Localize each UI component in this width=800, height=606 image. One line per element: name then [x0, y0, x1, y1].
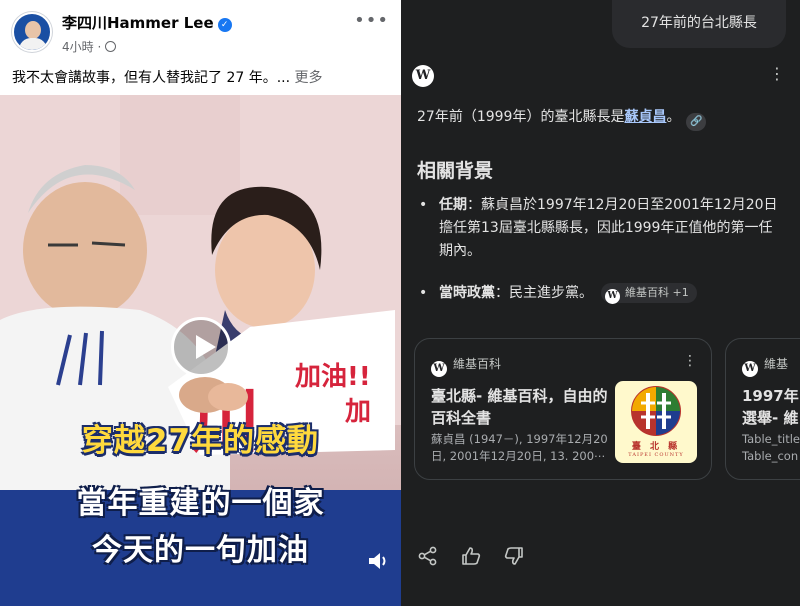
bullet-party-label: 當時政黨 — [439, 285, 495, 301]
card-snippet-line-2: Table_con — [742, 449, 799, 463]
wikipedia-icon: W — [605, 289, 620, 304]
bullet-party-text: ：民主進步黨。 — [495, 285, 593, 301]
person-man — [23, 182, 147, 318]
thumbs-down-icon[interactable] — [503, 545, 525, 567]
answer-entity-link[interactable]: 蘇貞昌 — [624, 109, 666, 125]
card-snippet: 蘇貞昌 (1947－), 1997年12月20日, 2001年12月20日, 1… — [431, 432, 608, 463]
author-name[interactable]: 李四川Hammer Lee ✓ — [62, 12, 232, 33]
kebab-icon[interactable]: ⋮ — [769, 64, 785, 83]
post-meta: 4小時 · — [62, 38, 117, 55]
card-title[interactable]: 1997年 選舉- 維 — [742, 385, 800, 429]
card-thumbnail: 臺 北 縣 TAIPEI COUNTY — [615, 381, 697, 463]
card-source: W 維基百科 — [431, 355, 501, 377]
avatar-face — [25, 21, 41, 39]
card-source: W 維基 — [742, 355, 788, 377]
facebook-post: 李四川Hammer Lee ✓ 4小時 · ••• 我不太會講故事，但有人替我記了… — [0, 0, 401, 606]
card-title-line-1: 1997年 — [742, 387, 799, 405]
card-snippet-line-1: Table_title — [742, 432, 800, 446]
answer-suffix: 。 — [666, 109, 681, 125]
answer-text: 27年前（1999年）的臺北縣長是蘇貞昌。 🔗 — [417, 106, 707, 131]
bullet-term-label: 任期 — [439, 197, 467, 213]
post-time[interactable]: 4小時 — [62, 40, 94, 54]
source-card[interactable]: W 維基百科 ⋮ 臺北縣- 維基百科，自由的百科全書 蘇貞昌 (1947－), 1… — [414, 338, 712, 480]
card-title[interactable]: 臺北縣- 維基百科，自由的百科全書 — [431, 385, 611, 429]
caption-text: 我不太會講故事，但有人替我記了 27 年。... — [12, 70, 291, 86]
source-chip-label: 維基百科 +1 — [625, 286, 689, 299]
card-title-line-2: 選舉- 維 — [742, 409, 799, 427]
assistant-panel: 27年前的台北縣長 W ⋮ 27年前（1999年）的臺北縣長是蘇貞昌。 🔗 相關背… — [401, 0, 800, 606]
source-card-2[interactable]: W 維基 1997年 選舉- 維 Table_title Table_con — [725, 338, 800, 480]
wikipedia-icon: W — [431, 361, 447, 377]
answer-prefix: 27年前（1999年）的臺北縣長是 — [417, 109, 625, 125]
card-source-label: 維基百科 — [453, 357, 502, 371]
post-caption: 我不太會講故事，但有人替我記了 27 年。... 更多 — [12, 67, 323, 87]
kebab-icon[interactable]: ⋮ — [683, 353, 697, 369]
share-icon[interactable] — [417, 545, 439, 567]
video-title-main: 穿越27年的感動 — [81, 423, 320, 459]
bullet-term: 任期：蘇貞昌於1997年12月20日至2001年12月20日擔任第13屆臺北縣縣… — [419, 194, 784, 263]
verified-badge-icon: ✓ — [217, 18, 232, 32]
video-player[interactable]: 加油!! 加 川 穿越27年的感動 當年重建的一個家 今天的一句加油 — [0, 95, 401, 606]
thumb-caption: 臺 北 縣 — [631, 442, 681, 452]
post-header: 李四川Hammer Lee ✓ 4小時 · ••• — [0, 0, 401, 62]
bullet-term-text: ：蘇貞昌於1997年12月20日至2001年12月20日擔任第13屆臺北縣縣長，… — [439, 197, 778, 259]
bullet-party: 當時政黨：民主進步黨。 W 維基百科 +1 — [419, 282, 784, 305]
wikipedia-icon: W — [742, 361, 758, 377]
video-title-line-3: 今天的一句加油 — [92, 533, 309, 568]
card-source-label: 維基 — [764, 357, 789, 371]
user-query-bubble: 27年前的台北縣長 — [612, 0, 786, 48]
avatar-body — [19, 38, 47, 50]
see-more-link[interactable]: 更多 — [295, 70, 323, 86]
link-icon[interactable]: 🔗 — [686, 113, 707, 131]
author-name-text[interactable]: 李四川Hammer Lee — [62, 14, 214, 32]
more-icon[interactable]: ••• — [354, 10, 389, 31]
avatar[interactable] — [12, 12, 52, 52]
source-chip[interactable]: W 維基百科 +1 — [601, 283, 697, 304]
play-icon[interactable] — [171, 317, 231, 377]
thumb-subcaption: TAIPEI COUNTY — [628, 452, 684, 458]
thumbs-up-icon[interactable] — [460, 545, 482, 567]
section-title: 相關背景 — [417, 160, 494, 182]
wikipedia-icon[interactable]: W — [412, 65, 434, 87]
volume-icon[interactable] — [366, 550, 390, 572]
sign-text-cheer: 加油!! — [295, 362, 371, 392]
card-snippet: Table_title Table_con — [742, 431, 800, 465]
globe-icon — [105, 41, 117, 52]
video-title-line-2: 當年重建的一個家 — [76, 486, 325, 521]
